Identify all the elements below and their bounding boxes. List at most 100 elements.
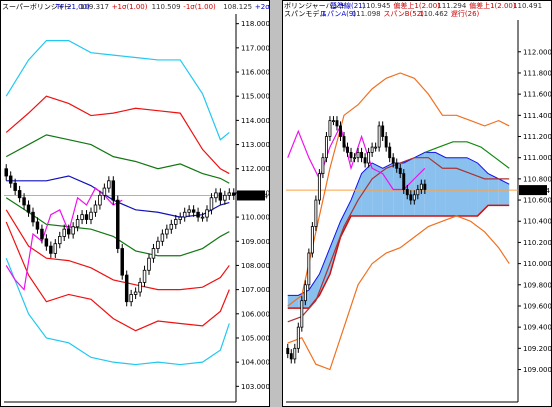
candle-body [353,157,356,160]
candle-body [419,183,423,190]
series-line-sigma3 [5,39,230,141]
candle-body [124,274,129,303]
candle-body [367,151,371,164]
right-chart-svg: ボリンジャーバンド スパンモデル 基準線(21)110.945 偏差上1(2.00… [284,1,552,403]
candle-body [17,190,22,199]
candle-body [227,192,232,196]
left-header-value-3: -1σ(1.00) [183,3,216,11]
candle-body [40,228,44,240]
candle-body [66,228,71,235]
candle-body [321,157,325,174]
candle-body [98,194,102,206]
candle-body [328,120,332,137]
candle-body [62,228,66,237]
candle-body [8,175,13,184]
span-cloud-segment [361,162,373,216]
left-header-value-4: 108.125 [223,3,252,11]
y-tick-label: 106.000 [241,310,270,318]
candle-body [142,269,147,283]
candle-body [300,300,304,328]
candle-body [26,204,31,213]
candle-body [102,187,107,196]
candle-body [374,146,378,149]
right-header1-value-4: 偏差上1(2.00) [469,1,516,10]
candle-body [35,221,40,230]
y-tick-label: 110.000 [523,260,552,268]
candle-body [409,194,413,201]
candle-body [356,151,360,159]
series-line-sigma3 [5,257,230,366]
candle-body [307,252,311,286]
y-tick-label: 118.000 [241,20,270,28]
candle-body [377,125,381,148]
y-tick-label: 105.000 [241,334,270,342]
candle-body [165,228,169,235]
candle-body [182,211,187,218]
candle-body [332,120,335,123]
candle-body [402,173,406,190]
series-line-sigma1 [5,134,230,184]
y-tick-label: 104.000 [241,359,270,367]
candle-body [196,211,200,218]
y-tick-label: 109.000 [523,366,552,374]
candle-body [303,284,307,302]
y-tick-label: 112.000 [523,48,552,56]
y-tick-label: 111.000 [523,154,552,162]
candle-body [160,233,165,242]
span-b-line [287,204,510,309]
span-cloud-segment [467,157,478,216]
y-tick-label: 109.200 [523,345,552,353]
span-cloud-segment [403,157,415,216]
y-tick-label: 110.200 [523,239,552,247]
candle-body [178,216,182,220]
candle-body [44,238,49,247]
y-tick-label: 108.000 [241,262,270,270]
candle-body [93,204,98,213]
candle-body [84,214,89,220]
y-tick-label: 113.000 [241,141,270,149]
candle-body [293,347,297,360]
left-header-value-0: 109.317 [80,3,109,11]
candle-body [151,248,156,259]
candle-body [360,151,364,159]
candle-body [209,197,214,211]
right-header1-value-3: 111.294 [437,2,466,10]
candle-body [218,192,223,201]
candle-body [384,136,388,148]
y-tick-label: 116.000 [241,69,270,77]
left-header-value-1: +1σ(1.00) [112,3,148,11]
candle-body [107,180,111,189]
candle-body [169,223,174,230]
candle-body [346,146,349,153]
y-tick-label: 111.600 [523,91,552,99]
chart-window: スーパーボリンジャー TF(21,00) 109.317 +1σ(1.00) 110… [0,0,552,407]
right-header1-value-1: 110.945 [362,2,391,10]
candle-body [423,183,427,190]
y-tick-label: 110.000 [241,214,270,222]
right-header2-value-3: 110.462 [419,10,448,18]
right-header1-value-5: 110.491 [513,2,542,10]
candle-body [174,219,178,225]
candle-body [49,245,53,254]
right-header2-value-4: 遅行(26) [451,9,480,18]
y-tick-label: 114.000 [241,117,270,125]
candle-body [388,146,392,159]
candle-body [349,151,353,159]
panel-separator[interactable] [270,0,282,407]
span-cloud-segment [456,157,468,216]
candle-body [416,189,420,196]
right-header1-value-0: 基準線(21) [330,1,366,10]
candle-body [31,211,35,223]
candle-body [314,199,318,227]
candle-body [310,226,314,254]
y-tick-label: 109.400 [523,324,552,332]
right-header2-value-1: 111.098 [352,10,381,18]
candle-body [232,192,236,196]
candle-body [395,162,399,169]
y-tick-label: 111.200 [523,133,552,141]
span-cloud-segment [435,152,446,216]
candle-body [381,125,385,137]
candle-body [111,180,116,201]
candle-body [147,257,151,271]
left-chart-svg: スーパーボリンジャー TF(21,00) 109.317 +1σ(1.00) 110… [2,3,270,403]
